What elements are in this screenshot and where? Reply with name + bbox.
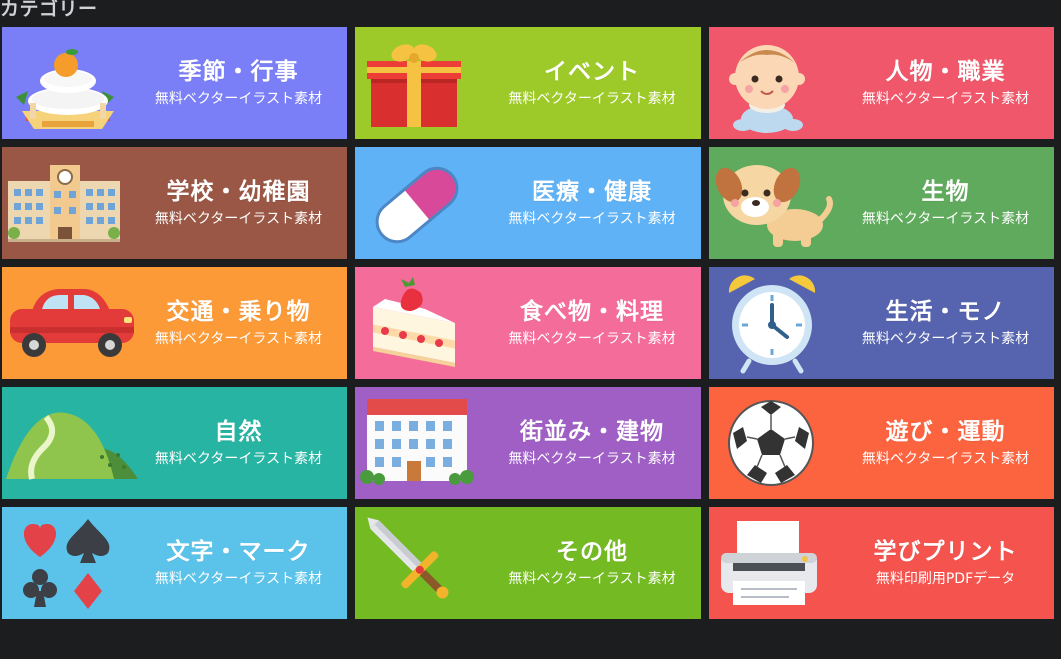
category-card-medical[interactable]: 医療・健康 無料ベクターイラスト素材 (355, 147, 701, 259)
category-text: 生活・モノ 無料ベクターイラスト素材 (837, 267, 1054, 379)
category-card-food[interactable]: 食べ物・料理 無料ベクターイラスト素材 (355, 267, 701, 379)
school-building-icon (2, 147, 142, 259)
category-title: 医療・健康 (532, 179, 652, 205)
category-text: 季節・行事 無料ベクターイラスト素材 (130, 27, 347, 139)
category-text: 文字・マーク 無料ベクターイラスト素材 (130, 507, 347, 619)
printer-icon (709, 507, 849, 619)
category-title: 交通・乗り物 (166, 299, 311, 325)
category-grid: 季節・行事 無料ベクターイラスト素材 イベント 無料ベクターイラスト素材 人物・… (2, 27, 1054, 619)
category-page: カテゴリー 季節・行事 無料ベクターイラスト素材 イベント 無料ベクターイラスト… (0, 0, 1061, 659)
category-title: 人物・職業 (885, 59, 1006, 85)
category-card-people[interactable]: 人物・職業 無料ベクターイラスト素材 (709, 27, 1054, 139)
category-text: 医療・健康 無料ベクターイラスト素材 (483, 147, 701, 259)
hills-icon (2, 387, 142, 499)
sword-icon (355, 507, 495, 619)
category-text: 自然 無料ベクターイラスト素材 (130, 387, 347, 499)
category-title: その他 (556, 539, 628, 565)
section-title: カテゴリー (0, 0, 98, 20)
gift-box-icon (355, 27, 495, 139)
category-title: 季節・行事 (178, 59, 299, 85)
baby-icon (709, 27, 849, 139)
soccer-ball-icon (709, 387, 849, 499)
category-title: 食べ物・料理 (520, 299, 664, 325)
category-card-school[interactable]: 学校・幼稚園 無料ベクターイラスト素材 (2, 147, 347, 259)
category-title: 街並み・建物 (520, 419, 664, 445)
alarm-clock-icon (709, 267, 849, 379)
category-text: 学校・幼稚園 無料ベクターイラスト素材 (130, 147, 347, 259)
category-card-transport[interactable]: 交通・乗り物 無料ベクターイラスト素材 (2, 267, 347, 379)
category-text: その他 無料ベクターイラスト素材 (483, 507, 701, 619)
category-title: 文字・マーク (166, 539, 311, 565)
category-subtitle: 無料ベクターイラスト素材 (508, 211, 676, 227)
category-subtitle: 無料ベクターイラスト素材 (154, 91, 323, 107)
category-text: 生物 無料ベクターイラスト素材 (837, 147, 1054, 259)
category-text: 食べ物・料理 無料ベクターイラスト素材 (483, 267, 701, 379)
category-card-marks[interactable]: 文字・マーク 無料ベクターイラスト素材 (2, 507, 347, 619)
category-card-buildings[interactable]: 街並み・建物 無料ベクターイラスト素材 (355, 387, 701, 499)
category-text: 街並み・建物 無料ベクターイラスト素材 (483, 387, 701, 499)
category-title: イベント (544, 59, 640, 85)
category-subtitle: 無料ベクターイラスト素材 (508, 451, 676, 467)
category-card-daily-life[interactable]: 生活・モノ 無料ベクターイラスト素材 (709, 267, 1054, 379)
category-title: 生物 (921, 179, 970, 205)
category-subtitle: 無料ベクターイラスト素材 (154, 211, 323, 227)
category-card-animals[interactable]: 生物 無料ベクターイラスト素材 (709, 147, 1054, 259)
capsule-icon (355, 147, 495, 259)
category-card-others[interactable]: その他 無料ベクターイラスト素材 (355, 507, 701, 619)
category-text: イベント 無料ベクターイラスト素材 (483, 27, 701, 139)
category-card-nature[interactable]: 自然 無料ベクターイラスト素材 (2, 387, 347, 499)
kagami-mochi-icon (2, 27, 142, 139)
category-subtitle: 無料ベクターイラスト素材 (861, 331, 1030, 347)
building-icon (355, 387, 495, 499)
category-title: 自然 (214, 419, 263, 445)
cake-icon (355, 267, 495, 379)
category-card-printables[interactable]: 学びプリント 無料印刷用PDFデータ (709, 507, 1054, 619)
category-subtitle: 無料ベクターイラスト素材 (154, 451, 323, 467)
category-text: 学びプリント 無料印刷用PDFデータ (837, 507, 1054, 619)
category-subtitle: 無料印刷用PDFデータ (875, 571, 1016, 587)
category-subtitle: 無料ベクターイラスト素材 (154, 331, 323, 347)
category-subtitle: 無料ベクターイラスト素材 (861, 211, 1030, 227)
puppy-icon (709, 147, 849, 259)
category-text: 遊び・運動 無料ベクターイラスト素材 (837, 387, 1054, 499)
category-text: 人物・職業 無料ベクターイラスト素材 (837, 27, 1054, 139)
category-subtitle: 無料ベクターイラスト素材 (508, 571, 676, 587)
category-title: 学校・幼稚園 (166, 179, 311, 205)
category-card-sports[interactable]: 遊び・運動 無料ベクターイラスト素材 (709, 387, 1054, 499)
category-subtitle: 無料ベクターイラスト素材 (861, 451, 1030, 467)
card-suits-icon (2, 507, 142, 619)
category-subtitle: 無料ベクターイラスト素材 (508, 331, 676, 347)
category-subtitle: 無料ベクターイラスト素材 (861, 91, 1030, 107)
car-icon (2, 267, 142, 379)
category-title: 生活・モノ (885, 299, 1006, 325)
category-text: 交通・乗り物 無料ベクターイラスト素材 (130, 267, 347, 379)
category-card-events[interactable]: イベント 無料ベクターイラスト素材 (355, 27, 701, 139)
category-subtitle: 無料ベクターイラスト素材 (154, 571, 323, 587)
category-title: 遊び・運動 (885, 419, 1006, 445)
category-title: 学びプリント (873, 539, 1018, 565)
category-subtitle: 無料ベクターイラスト素材 (508, 91, 676, 107)
category-card-seasons[interactable]: 季節・行事 無料ベクターイラスト素材 (2, 27, 347, 139)
